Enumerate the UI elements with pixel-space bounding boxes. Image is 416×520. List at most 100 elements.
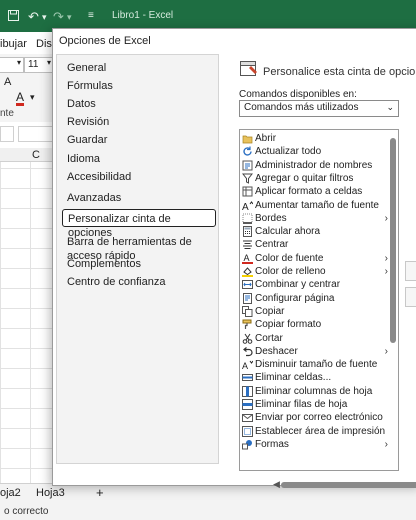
format-cells-icon: [242, 186, 253, 197]
chevron-down-icon: ⌄: [386, 102, 394, 112]
font-shrink-icon: A: [242, 359, 254, 371]
command-item[interactable]: Copiar formato: [240, 318, 388, 331]
horizontal-scrollbar[interactable]: [281, 482, 416, 488]
font-color-ribbon-icon[interactable]: A: [16, 90, 24, 104]
command-item-label: Enviar por correo electrónico: [255, 412, 383, 424]
command-item[interactable]: Calcular ahora: [240, 225, 388, 238]
worksheet-grid[interactable]: [0, 148, 60, 483]
bold-ribbon-icon[interactable]: A: [4, 76, 11, 88]
chevron-down-icon[interactable]: ▾: [30, 92, 35, 103]
undo-icon[interactable]: ↶: [28, 9, 39, 25]
print-area-icon: [242, 425, 253, 437]
command-item[interactable]: A Color de fuente ›: [240, 252, 388, 265]
format-painter-icon: [242, 319, 253, 330]
scissors-icon: [242, 333, 253, 344]
command-item[interactable]: Combinar y centrar: [240, 278, 388, 291]
nav-barra-acceso-rapido[interactable]: Barra de herramientas de acceso rápido: [62, 233, 216, 262]
name-manager-icon: [242, 160, 253, 171]
svg-text:A: A: [244, 253, 250, 263]
nav-datos[interactable]: Datos: [62, 95, 216, 113]
refresh-icon: [242, 146, 253, 157]
command-item[interactable]: Configurar página: [240, 292, 388, 305]
remove-command-button[interactable]: [405, 287, 416, 307]
font-grow-icon: A: [242, 200, 254, 213]
sheet-tab-hoja3[interactable]: Hoja3: [36, 487, 65, 499]
svg-text:A: A: [242, 361, 248, 370]
command-item[interactable]: Administrador de nombres: [240, 159, 388, 172]
font-color-icon: A: [242, 253, 253, 264]
command-item[interactable]: Bordes ›: [240, 212, 388, 225]
nav-formulas[interactable]: Fórmulas: [62, 77, 216, 95]
command-item[interactable]: Abrir: [240, 132, 388, 145]
font-size-box[interactable]: 11 ▾: [24, 57, 54, 73]
command-item[interactable]: Eliminar celdas...: [240, 371, 388, 384]
submenu-arrow-icon: ›: [384, 266, 388, 277]
command-item[interactable]: Centrar: [240, 238, 388, 251]
nav-general[interactable]: General: [62, 59, 216, 77]
command-item[interactable]: Actualizar todo: [240, 145, 388, 158]
command-item[interactable]: Color de relleno ›: [240, 265, 388, 278]
nav-centro-confianza[interactable]: Centro de confianza: [62, 273, 216, 291]
nav-complementos[interactable]: Complementos: [62, 255, 216, 273]
font-name-box[interactable]: ▾: [0, 57, 24, 73]
page-setup-icon: [242, 292, 253, 304]
command-item-label: Copiar: [255, 305, 285, 317]
nav-idioma[interactable]: Idioma: [62, 150, 216, 168]
commands-dropdown[interactable]: Comandos más utilizados ⌄: [239, 100, 399, 117]
command-item-label: Agregar o quitar filtros: [255, 172, 354, 184]
folder-icon: [242, 133, 253, 144]
name-box[interactable]: [0, 126, 14, 142]
submenu-arrow-icon: ›: [384, 345, 388, 357]
column-c-label: C: [32, 149, 40, 161]
commands-dropdown-value: Comandos más utilizados: [244, 102, 359, 113]
command-item[interactable]: Eliminar columnas de hoja: [240, 385, 388, 398]
commands-list[interactable]: Abrir Actualizar todo Administrador de nom…: [239, 129, 399, 471]
command-item[interactable]: Agregar o quitar filtros: [240, 172, 388, 185]
nav-guardar[interactable]: Guardar: [62, 131, 216, 149]
command-item[interactable]: A Disminuir tamaño de fuente: [240, 358, 388, 371]
nav-personalizar-cinta[interactable]: Personalizar cinta de opciones: [62, 209, 216, 239]
chevron-down-icon[interactable]: ▾: [42, 12, 47, 23]
command-item[interactable]: Copiar: [240, 305, 388, 318]
command-item-label: Eliminar columnas de hoja: [255, 385, 373, 397]
customize-quick-access-icon[interactable]: ≡: [88, 10, 94, 21]
nav-avanzadas[interactable]: Avanzadas: [62, 189, 216, 207]
options-nav: General Fórmulas Datos Revisión Guardar …: [56, 54, 219, 464]
command-item[interactable]: Formas ›: [240, 438, 388, 451]
sheet-tab-hoja2[interactable]: oja2: [0, 487, 21, 499]
customize-ribbon-icon: [239, 58, 259, 78]
filter-icon: [241, 173, 254, 184]
nav-revision[interactable]: Revisión: [62, 113, 216, 131]
borders-icon: [242, 213, 253, 224]
command-item[interactable]: A Aumentar tamaño de fuente: [240, 199, 388, 213]
command-item-label: Abrir: [255, 133, 277, 144]
command-item[interactable]: Establecer área de impresión: [240, 425, 388, 438]
scroll-left-icon[interactable]: ◀: [273, 479, 280, 490]
nav-accesibilidad[interactable]: Accesibilidad: [62, 168, 216, 186]
scrollbar-thumb[interactable]: [390, 138, 396, 343]
command-item[interactable]: Deshacer ›: [240, 345, 388, 358]
submenu-arrow-icon: ›: [384, 438, 388, 450]
status-text: o correcto: [4, 506, 49, 517]
command-item-label: Disminuir tamaño de fuente: [255, 359, 378, 371]
add-sheet-button[interactable]: +: [96, 485, 104, 500]
save-icon[interactable]: [8, 9, 19, 24]
delete-columns-icon: [242, 385, 253, 397]
commands-scrollbar[interactable]: [390, 134, 396, 468]
command-item[interactable]: Cortar: [240, 332, 388, 345]
copy-icon: [242, 305, 253, 317]
command-item-label: Color de relleno: [255, 266, 326, 277]
chevron-down-icon[interactable]: ▾: [67, 12, 72, 23]
command-item-label: Centrar: [255, 239, 289, 251]
command-item[interactable]: Enviar por correo electrónico: [240, 411, 388, 424]
command-item-label: Color de fuente: [255, 252, 324, 264]
merge-icon: [242, 279, 253, 290]
command-item[interactable]: Eliminar filas de hoja: [240, 398, 388, 411]
add-command-button[interactable]: [405, 261, 416, 281]
tab-dibujar[interactable]: ibujar: [0, 38, 27, 50]
command-item[interactable]: Aplicar formato a celdas: [240, 185, 388, 198]
command-item-label: Cortar: [255, 332, 283, 344]
redo-icon[interactable]: ↷: [53, 9, 64, 25]
svg-text:A: A: [242, 202, 249, 211]
command-item-label: Deshacer: [255, 345, 298, 357]
